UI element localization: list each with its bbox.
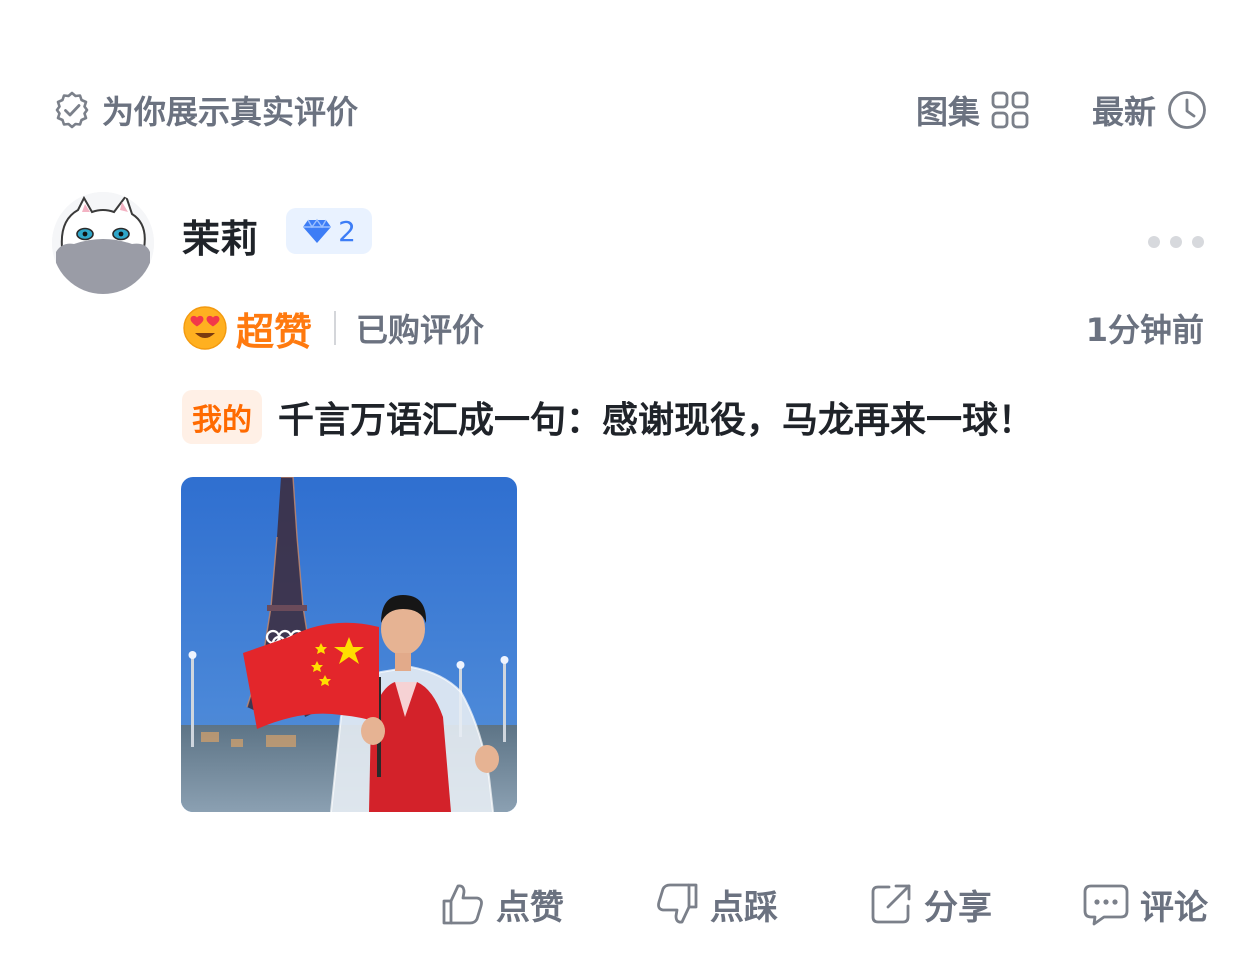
review-text: 千言万语汇成一句：感谢现役，马龙再来一球！ [278, 400, 1035, 441]
latest-sort-button[interactable]: 最新 [1092, 87, 1208, 133]
like-button[interactable]: 点赞 [440, 880, 564, 929]
more-dot [1192, 236, 1204, 248]
user-level-number: 2 [338, 214, 356, 248]
heart-eyes-emoji-icon [182, 305, 228, 351]
thumbs-up-icon [440, 881, 486, 927]
thumbs-down-icon [654, 881, 700, 927]
share-button[interactable]: 分享 [868, 880, 992, 929]
genuine-review-notice: 为你展示真实评价 [52, 87, 358, 133]
comment-label: 评论 [1140, 887, 1208, 928]
grid-icon [990, 90, 1030, 130]
review-actions-bar: 点赞 点踩 分享 评论 [440, 878, 1208, 930]
gallery-button[interactable]: 图集 [916, 87, 1030, 133]
more-dot [1170, 236, 1182, 248]
clock-icon [1166, 89, 1208, 131]
review-time: 1分钟前 [1085, 311, 1204, 349]
dislike-label: 点踩 [710, 887, 778, 928]
comment-icon [1082, 881, 1130, 927]
rating-divider [334, 311, 337, 345]
rating-row: 超赞 已购评价 1分钟前 [182, 300, 1204, 356]
review-content-row: 我的 千言万语汇成一句：感谢现役，马龙再来一球！ [182, 390, 1220, 444]
more-dot [1148, 236, 1160, 248]
share-label: 分享 [924, 887, 992, 928]
avatar[interactable] [52, 192, 154, 294]
diamond-icon [302, 218, 332, 244]
username[interactable]: 茉莉 [182, 208, 258, 263]
like-label: 点赞 [496, 887, 564, 928]
shield-check-icon [52, 90, 92, 130]
gallery-label: 图集 [915, 93, 980, 131]
purchased-label: 已购评价 [356, 311, 485, 349]
more-options-button[interactable] [1148, 232, 1204, 252]
latest-label: 最新 [1091, 93, 1156, 131]
genuine-review-label: 为你展示真实评价 [102, 93, 359, 131]
rating-label: 超赞 [236, 309, 313, 354]
user-level-badge: 2 [286, 208, 372, 254]
comment-button[interactable]: 评论 [1082, 880, 1208, 929]
dislike-button[interactable]: 点踩 [654, 880, 778, 929]
mine-tag: 我的 [182, 390, 262, 444]
review-photo[interactable] [181, 477, 517, 812]
share-icon [868, 881, 914, 927]
review-filter-bar: 为你展示真实评价 图集 最新 [52, 84, 1208, 136]
